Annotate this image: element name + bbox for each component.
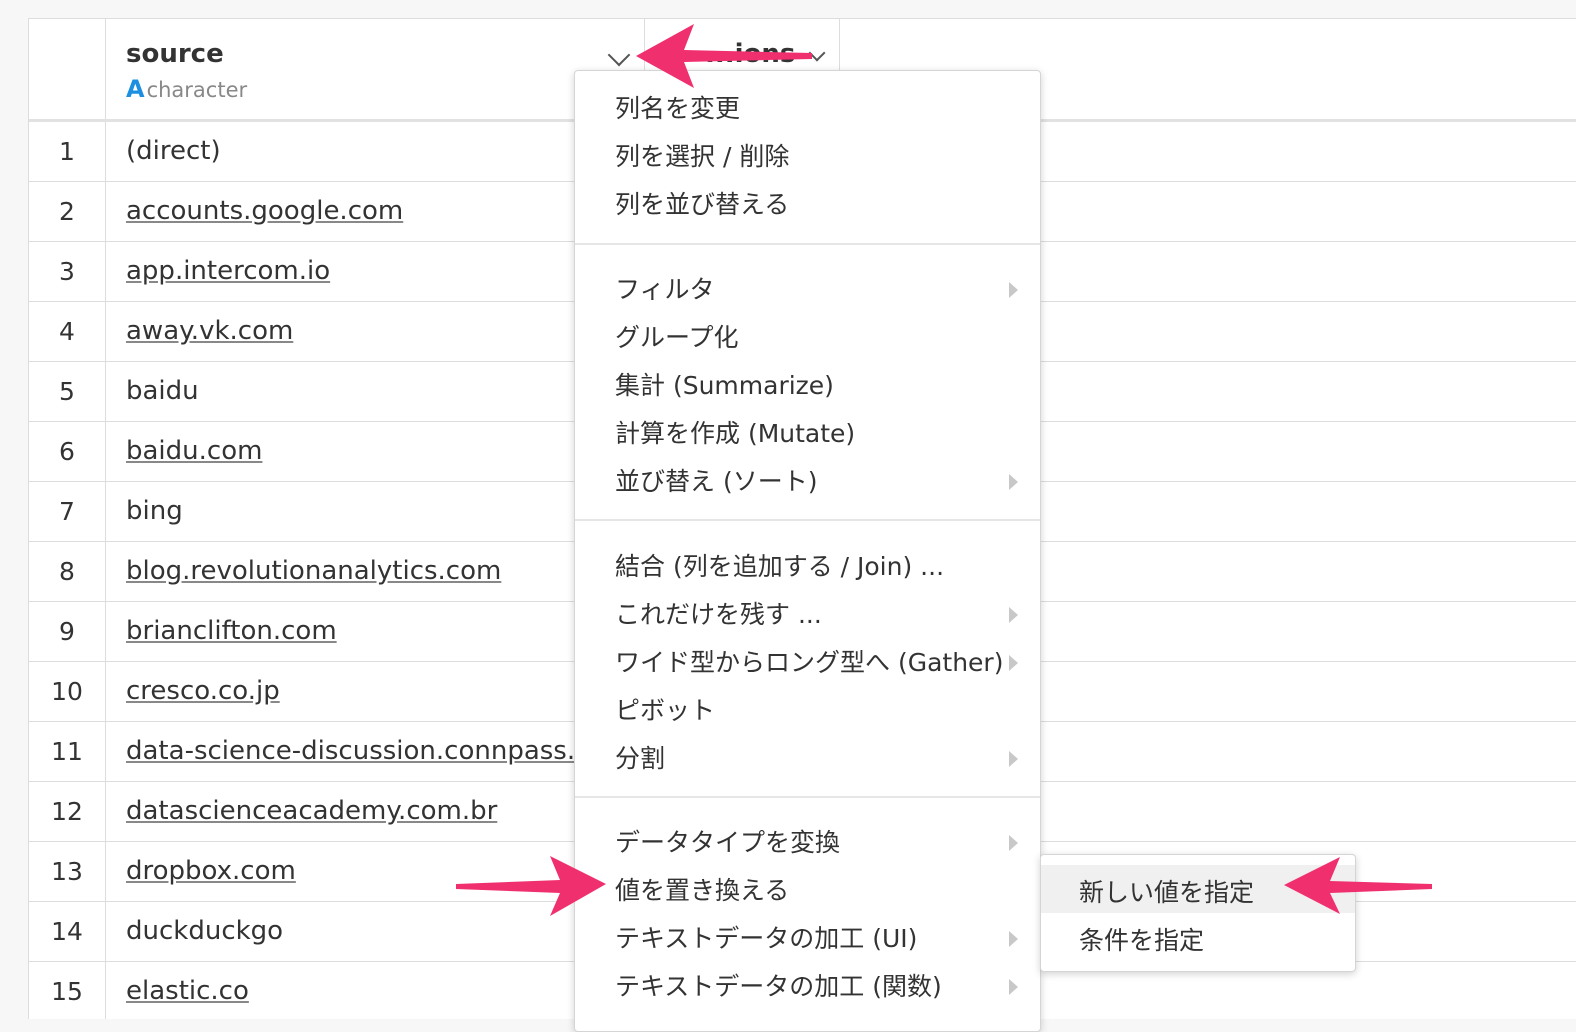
annotation-arrow-header: [636, 24, 812, 88]
annotation-arrow-replace: [456, 856, 606, 916]
annotation-arrow-submenu: [1284, 857, 1432, 914]
annotation-arrows: [456, 24, 1432, 916]
